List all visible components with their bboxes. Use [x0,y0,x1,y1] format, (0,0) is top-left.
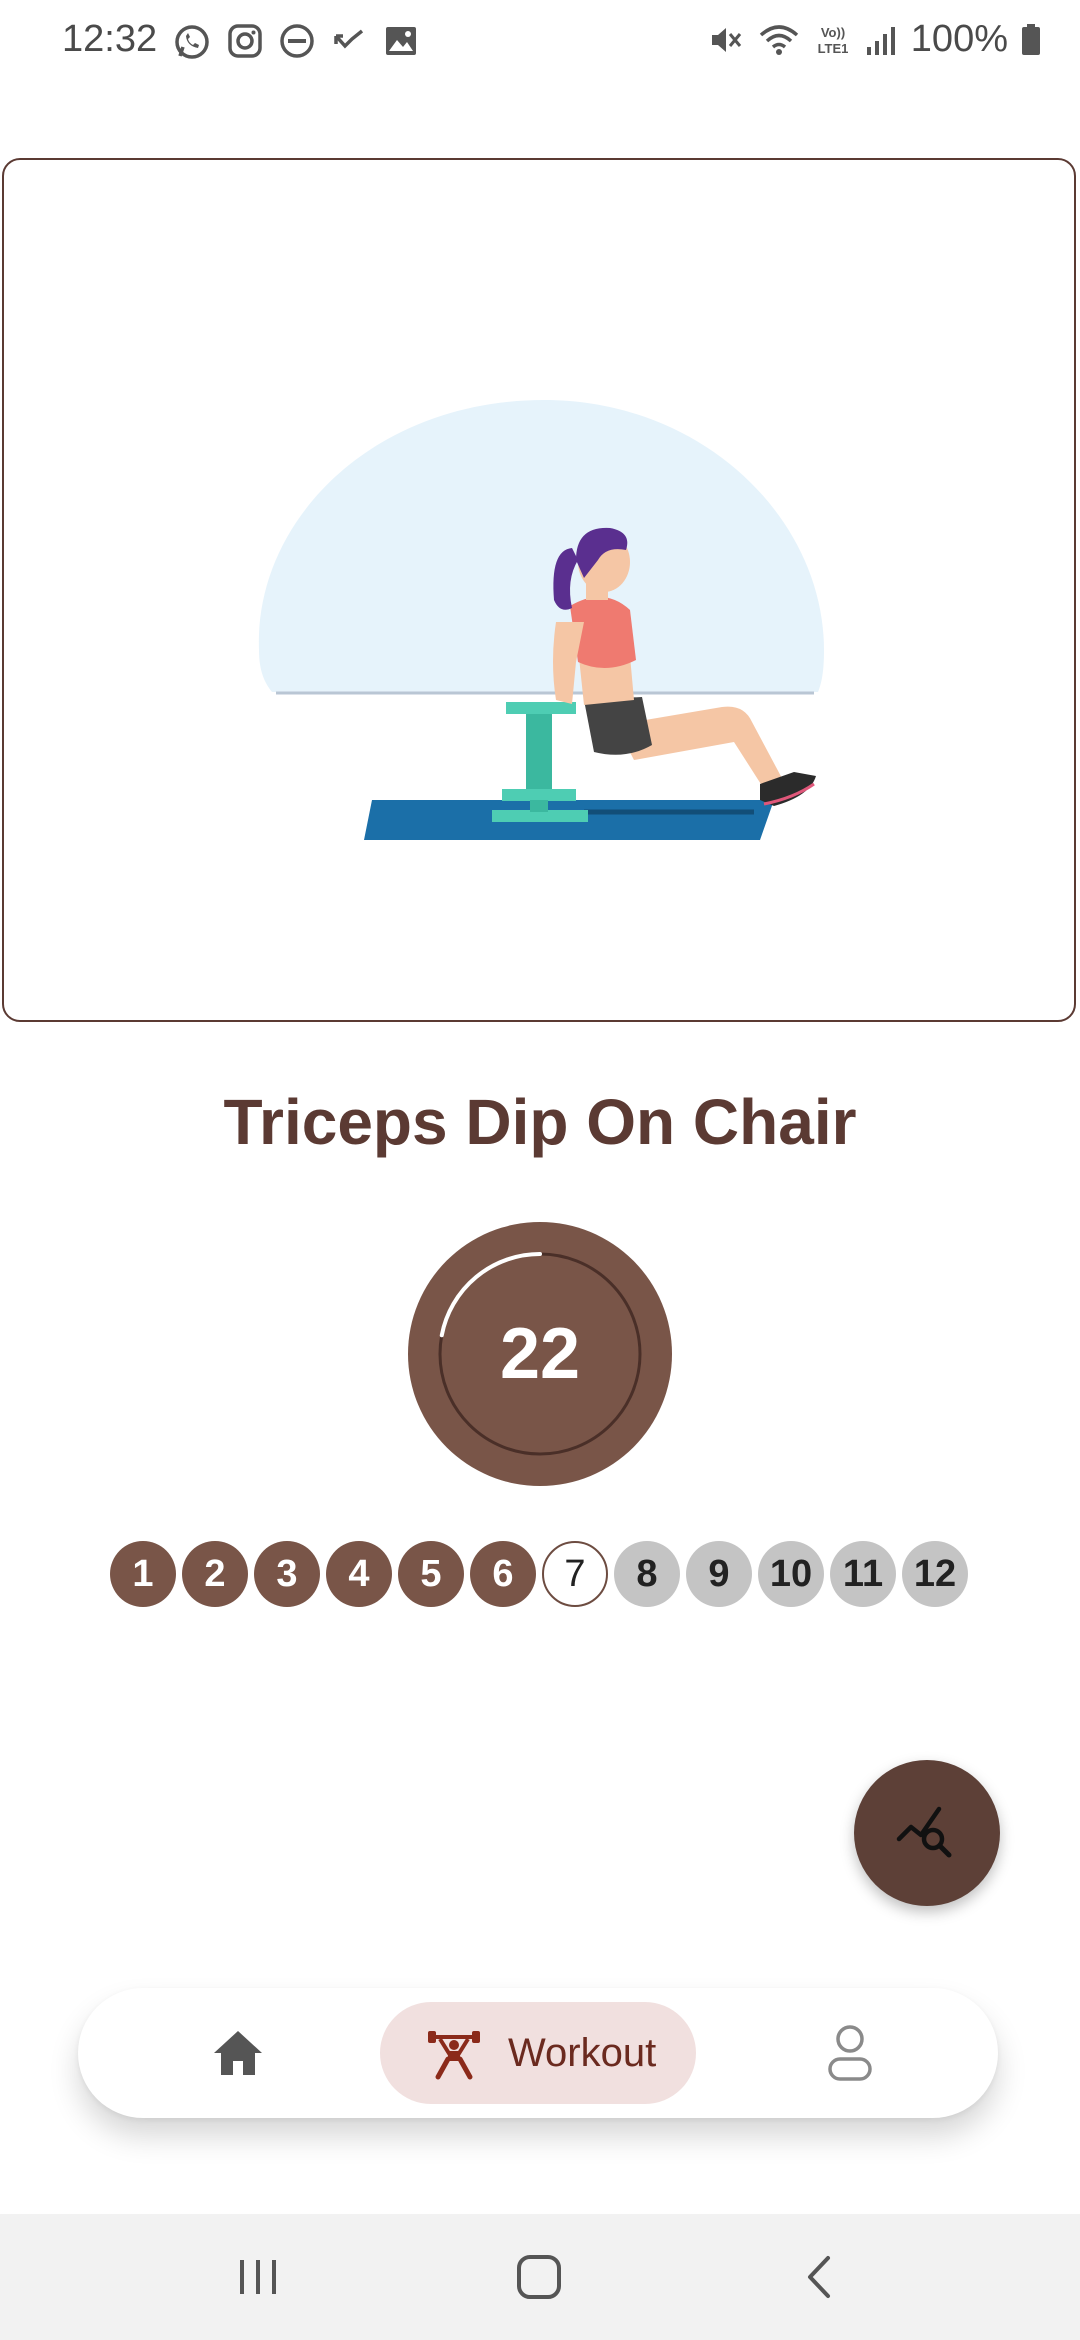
set-indicator-1: 1 [110,1541,176,1607]
query-stats-icon [895,1799,959,1868]
woman-doing-triceps-dip-illustration [254,400,834,1010]
wifi-icon [757,21,801,59]
gallery-icon [382,22,420,62]
set-indicator-7: 7 [542,1541,608,1607]
nav-workout-label: Workout [508,2030,657,2075]
whatsapp-icon [172,22,212,62]
nav-workout-button[interactable]: Workout [380,2002,696,2104]
set-indicator-2: 2 [182,1541,248,1607]
set-indicator-10: 10 [758,1541,824,1607]
recents-icon[interactable] [236,2252,282,2307]
battery-percentage: 100% [910,18,1008,60]
back-icon[interactable] [800,2252,840,2307]
status-time: 12:32 [62,18,158,60]
set-indicator-8: 8 [614,1541,680,1607]
home-square-icon[interactable] [514,2252,564,2307]
set-indicator-11: 11 [830,1541,896,1607]
system-navigation-bar [0,2214,1080,2340]
set-indicator-6: 6 [470,1541,536,1607]
profile-icon [818,2025,882,2089]
battery-icon [1020,21,1042,59]
svg-text:Vo)): Vo)) [821,25,845,40]
exercise-title: Triceps Dip On Chair [223,1086,857,1158]
missed-call-icon [330,22,368,62]
instagram-icon [226,22,264,62]
status-bar: 12:32 Vo)) LTE1 100% [0,0,1080,90]
svg-text:LTE1: LTE1 [817,41,848,56]
exercise-image-card [2,158,1076,1022]
set-indicator-5: 5 [398,1541,464,1607]
stats-fab-button[interactable] [854,1760,1000,1906]
set-indicator-9: 9 [686,1541,752,1607]
home-icon [208,2031,268,2087]
fitness-icon [426,2025,482,2081]
do-not-disturb-icon [278,22,316,62]
nav-profile-button[interactable] [818,2021,882,2085]
notification-icons [172,22,420,62]
set-indicator-12: 12 [902,1541,968,1607]
system-status: Vo)) LTE1 100% [707,18,1042,61]
exercise-timer: 22 [408,1222,672,1486]
set-indicators: 1 2 3 4 5 6 7 8 9 10 11 12 [110,1541,968,1607]
set-indicator-4: 4 [326,1541,392,1607]
nav-home-button[interactable] [208,2023,268,2083]
signal-icon [865,21,899,59]
mute-icon [707,21,745,59]
set-indicator-3: 3 [254,1541,320,1607]
bottom-navigation: Workout [78,1988,998,2118]
timer-value: 22 [499,1314,581,1394]
volte-lte-icon: Vo)) LTE1 [813,21,853,59]
